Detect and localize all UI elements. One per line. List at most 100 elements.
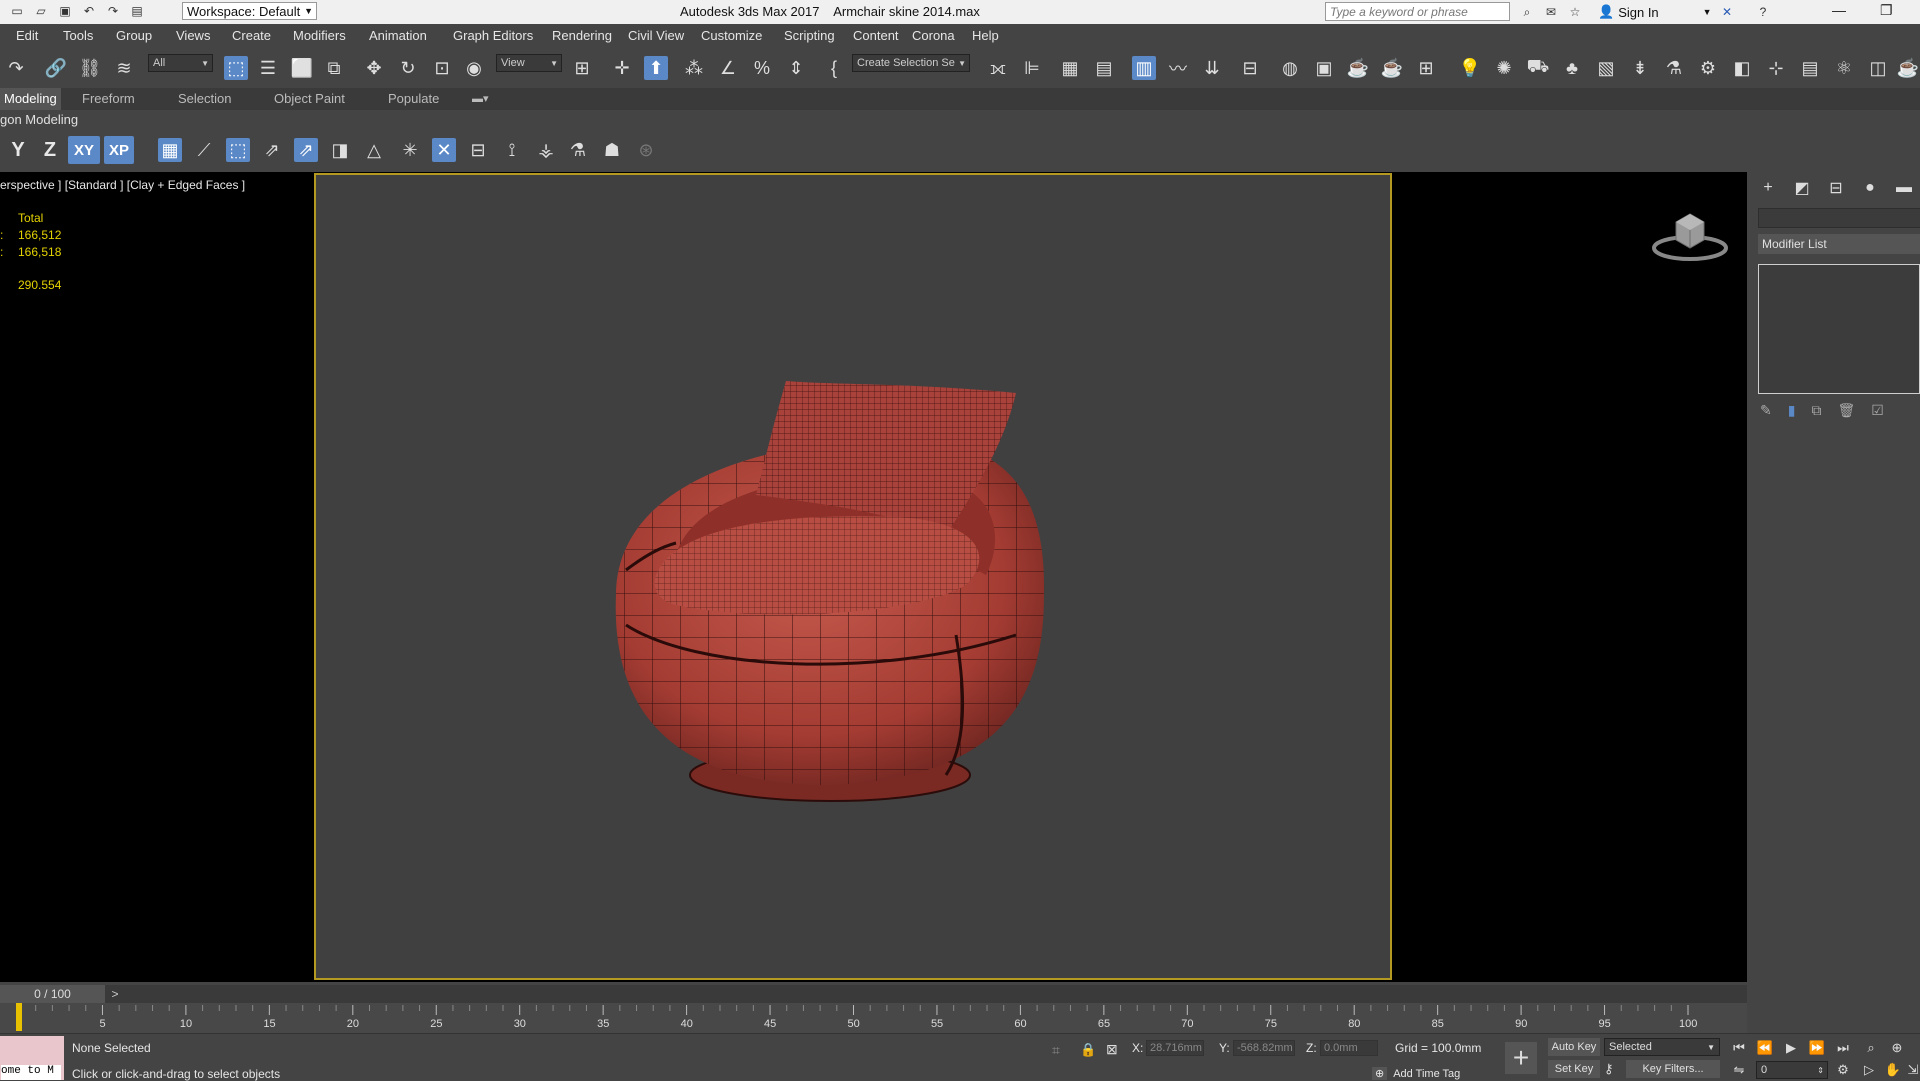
time-configuration-icon[interactable]: ⚙: [1834, 1061, 1852, 1079]
menu-tools[interactable]: Tools: [63, 28, 93, 43]
axis-xy-button[interactable]: XY: [68, 136, 100, 164]
object-name-field[interactable]: [1758, 208, 1920, 228]
menu-group[interactable]: Group: [116, 28, 152, 43]
render-production-icon[interactable]: ☕: [1380, 56, 1404, 80]
pin-stack-icon[interactable]: ✎: [1760, 402, 1772, 419]
redo-icon[interactable]: ↷: [104, 2, 122, 20]
corona-layers-icon[interactable]: ◫: [1866, 56, 1890, 80]
make-unique-icon[interactable]: ⧉: [1811, 402, 1821, 419]
key-mode-dropdown[interactable]: Selected ▼: [1604, 1038, 1720, 1056]
ribbon-toggle-icon[interactable]: ▥: [1132, 56, 1156, 80]
snap-edge-icon[interactable]: ⇗: [260, 138, 284, 162]
zoom-icon[interactable]: ⌕: [1862, 1039, 1880, 1057]
snap-tangent-icon[interactable]: ⚶: [534, 138, 558, 162]
render-setup-icon[interactable]: ▣: [1312, 56, 1336, 80]
schematic-view-icon[interactable]: ⊟: [1238, 56, 1262, 80]
maxscript-listener[interactable]: ome to M: [0, 1036, 64, 1080]
isolate-selection-icon[interactable]: ⌗: [1052, 1042, 1060, 1059]
key-filters-button[interactable]: Key Filters...: [1626, 1060, 1720, 1078]
next-frame-icon[interactable]: ⏩: [1808, 1039, 1826, 1057]
corona-teapot-icon[interactable]: ☕: [1896, 56, 1920, 80]
select-object-icon[interactable]: ⬚: [224, 56, 248, 80]
menu-modifiers[interactable]: Modifiers: [293, 28, 346, 43]
current-frame-field[interactable]: 0 ⇕: [1756, 1061, 1828, 1079]
rendered-frame-window-icon[interactable]: ☕: [1346, 56, 1370, 80]
menu-animation[interactable]: Animation: [369, 28, 427, 43]
tab-freeform[interactable]: Freeform: [78, 88, 139, 110]
select-by-name-icon[interactable]: ☰: [256, 56, 280, 80]
selection-filter-dropdown[interactable]: All ▼: [148, 54, 213, 72]
tab-populate[interactable]: Populate: [384, 88, 443, 110]
help-icon[interactable]: ?: [1754, 3, 1772, 21]
curve-editor-icon[interactable]: 〰: [1166, 56, 1190, 80]
workspace-selector[interactable]: Workspace: Default ▼: [182, 2, 317, 20]
absolute-mode-icon[interactable]: ⊠: [1106, 1041, 1118, 1058]
ribbon-options-icon[interactable]: ▬▾: [468, 88, 493, 110]
menu-views[interactable]: Views: [176, 28, 210, 43]
tab-modeling[interactable]: Modeling: [0, 88, 61, 110]
menu-corona[interactable]: Corona: [912, 28, 955, 43]
render-iterative-icon[interactable]: ⊞: [1414, 56, 1438, 80]
previous-frame-icon[interactable]: ⏪: [1756, 1039, 1774, 1057]
y-coord-field[interactable]: -568.82mm: [1233, 1040, 1295, 1056]
time-slider[interactable]: 0 / 100 >: [0, 985, 1747, 1003]
snap-perpendicular-icon[interactable]: ⟟: [500, 138, 524, 162]
snap-options-icon[interactable]: ⊟: [466, 138, 490, 162]
favorites-star-icon[interactable]: ☆: [1566, 3, 1584, 21]
scene-explorer-icon[interactable]: ▦: [1058, 56, 1082, 80]
snap-bounding-icon[interactable]: ⚗: [566, 138, 590, 162]
move-icon[interactable]: ✥: [362, 56, 386, 80]
viewport-label[interactable]: erspective ] [Standard ] [Clay + Edged F…: [0, 178, 245, 192]
x-coord-field[interactable]: 28.716mm: [1146, 1040, 1204, 1056]
snap-face-icon[interactable]: ⇗: [294, 138, 318, 162]
pivot-center-icon[interactable]: ⊞: [570, 56, 594, 80]
snap-frozen-icon[interactable]: ☗: [600, 138, 624, 162]
autodesk-exchange-icon[interactable]: ✕: [1718, 3, 1736, 21]
add-time-tag-button[interactable]: ⊕ Add Time Tag: [1372, 1067, 1460, 1080]
corona-camera-icon[interactable]: ⛟: [1526, 56, 1550, 80]
set-key-mode-icon[interactable]: ⚷: [1604, 1061, 1614, 1077]
configure-modifier-sets-icon[interactable]: ☑: [1871, 402, 1884, 419]
snap-midpoint-icon[interactable]: △: [362, 138, 386, 162]
binoculars-icon[interactable]: ⌕: [1518, 3, 1536, 21]
next-frame-button[interactable]: >: [108, 985, 122, 1003]
menu-create[interactable]: Create: [232, 28, 271, 43]
armchair-model[interactable]: [316, 175, 1390, 978]
save-icon[interactable]: ▣: [56, 2, 74, 20]
named-selection-dropdown[interactable]: Create Selection Se ▼: [852, 54, 970, 72]
zoom-all-icon[interactable]: ⊕: [1888, 1039, 1906, 1057]
link-icon[interactable]: 🔗: [44, 56, 68, 80]
modify-tab-icon[interactable]: ◩: [1792, 178, 1812, 198]
keyboard-shortcut-override-icon[interactable]: ⬆: [644, 56, 668, 80]
spinner-snap-icon[interactable]: ⇕: [784, 56, 808, 80]
snap-vertex-icon[interactable]: ⬚: [226, 138, 250, 162]
key-mode-toggle-icon[interactable]: ⇋: [1730, 1061, 1748, 1079]
corona-light-icon[interactable]: 💡: [1458, 56, 1482, 80]
pan-view-icon[interactable]: ✋: [1884, 1061, 1902, 1079]
material-editor-icon[interactable]: ◍: [1278, 56, 1302, 80]
sign-in-button[interactable]: 👤 Sign In ▼: [1598, 4, 1712, 20]
undo-icon[interactable]: ↶: [80, 2, 98, 20]
ribbon-panel-label[interactable]: gon Modeling: [0, 110, 1920, 130]
corona-lister-icon[interactable]: ⚛: [1832, 56, 1856, 80]
snap-pivot-icon[interactable]: ⟋: [192, 138, 216, 162]
axis-z-button[interactable]: Z: [38, 136, 62, 164]
modifier-list-dropdown[interactable]: Modifier List: [1758, 234, 1920, 254]
redo-icon[interactable]: ↷: [4, 56, 28, 80]
communication-center-icon[interactable]: ✉: [1542, 3, 1560, 21]
corona-proxy-icon[interactable]: ▧: [1594, 56, 1618, 80]
menu-graph-editors[interactable]: Graph Editors: [453, 28, 533, 43]
tab-object-paint[interactable]: Object Paint: [270, 88, 349, 110]
align-icon[interactable]: ⊫: [1020, 56, 1044, 80]
edit-named-selection-icon[interactable]: {: [822, 56, 846, 80]
snap-extra-icon[interactable]: ⊛: [634, 138, 658, 162]
corona-decal-icon[interactable]: ⇟: [1628, 56, 1652, 80]
new-file-icon[interactable]: ▭: [8, 2, 26, 20]
show-end-result-icon[interactable]: ▮: [1788, 402, 1796, 419]
window-crossing-icon[interactable]: ⧉: [322, 56, 346, 80]
z-coord-field[interactable]: 0.0mm: [1320, 1040, 1378, 1056]
place-icon[interactable]: ◉: [462, 56, 486, 80]
mirror-icon[interactable]: ⟗: [986, 56, 1010, 80]
modifier-stack[interactable]: [1758, 264, 1920, 394]
angle-snap-icon[interactable]: ∠: [716, 56, 740, 80]
